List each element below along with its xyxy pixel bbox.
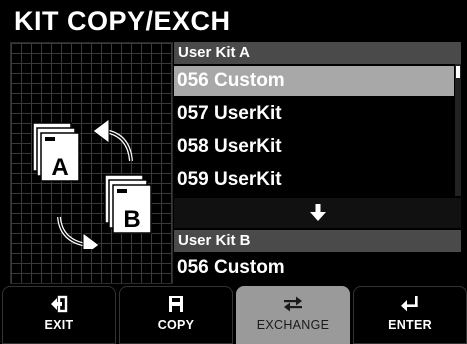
kit-b-list-item[interactable]: 056 Custom: [174, 253, 454, 283]
kit-copy-exchange-screen: KIT COPY/EXCH A B User Kit A 056 Custom …: [0, 0, 467, 344]
exchange-label: EXCHANGE: [256, 318, 330, 332]
enter-icon: [354, 287, 466, 315]
curved-arrow-bottom-icon: [57, 216, 100, 249]
doc-a-letter: A: [51, 154, 68, 181]
enter-button[interactable]: ENTER: [353, 286, 467, 344]
exchange-icon: [237, 287, 349, 315]
copy-label: COPY: [157, 318, 195, 332]
direction-arrow-row: [174, 198, 461, 228]
kit-a-scrollbar[interactable]: [455, 64, 461, 196]
document-b-icon: B: [104, 174, 152, 234]
save-icon: [120, 287, 232, 315]
exit-button[interactable]: EXIT: [2, 286, 116, 344]
kit-a-scrollbar-thumb[interactable]: [456, 66, 460, 78]
copy-button[interactable]: COPY: [119, 286, 233, 344]
document-a-icon: A: [32, 122, 80, 182]
kit-a-list-item[interactable]: 059 UserKit: [174, 165, 454, 195]
softkey-bar: EXIT COPY EXCHANGE ENTER: [0, 284, 467, 344]
user-kit-a-header: User Kit A: [174, 42, 461, 64]
curved-arrow-top-icon: [92, 118, 133, 162]
kit-a-list-item-selected[interactable]: 056 Custom: [174, 66, 454, 96]
kit-a-list-item[interactable]: 058 UserKit: [174, 132, 454, 162]
arrow-down-icon: [309, 204, 326, 221]
user-kit-b-header: User Kit B: [174, 230, 461, 252]
kit-list-panel: User Kit A 056 Custom 057 UserKit 058 Us…: [174, 42, 467, 284]
exit-icon: [3, 287, 115, 315]
doc-b-letter: B: [123, 206, 140, 233]
kit-a-list-item[interactable]: 057 UserKit: [174, 99, 454, 129]
exit-label: EXIT: [44, 318, 74, 332]
enter-label: ENTER: [388, 318, 432, 332]
illustration-panel: A B: [10, 42, 173, 284]
page-title: KIT COPY/EXCH: [0, 0, 467, 42]
exchange-button[interactable]: EXCHANGE: [236, 286, 350, 344]
copy-exchange-illustration: A B: [32, 118, 152, 249]
